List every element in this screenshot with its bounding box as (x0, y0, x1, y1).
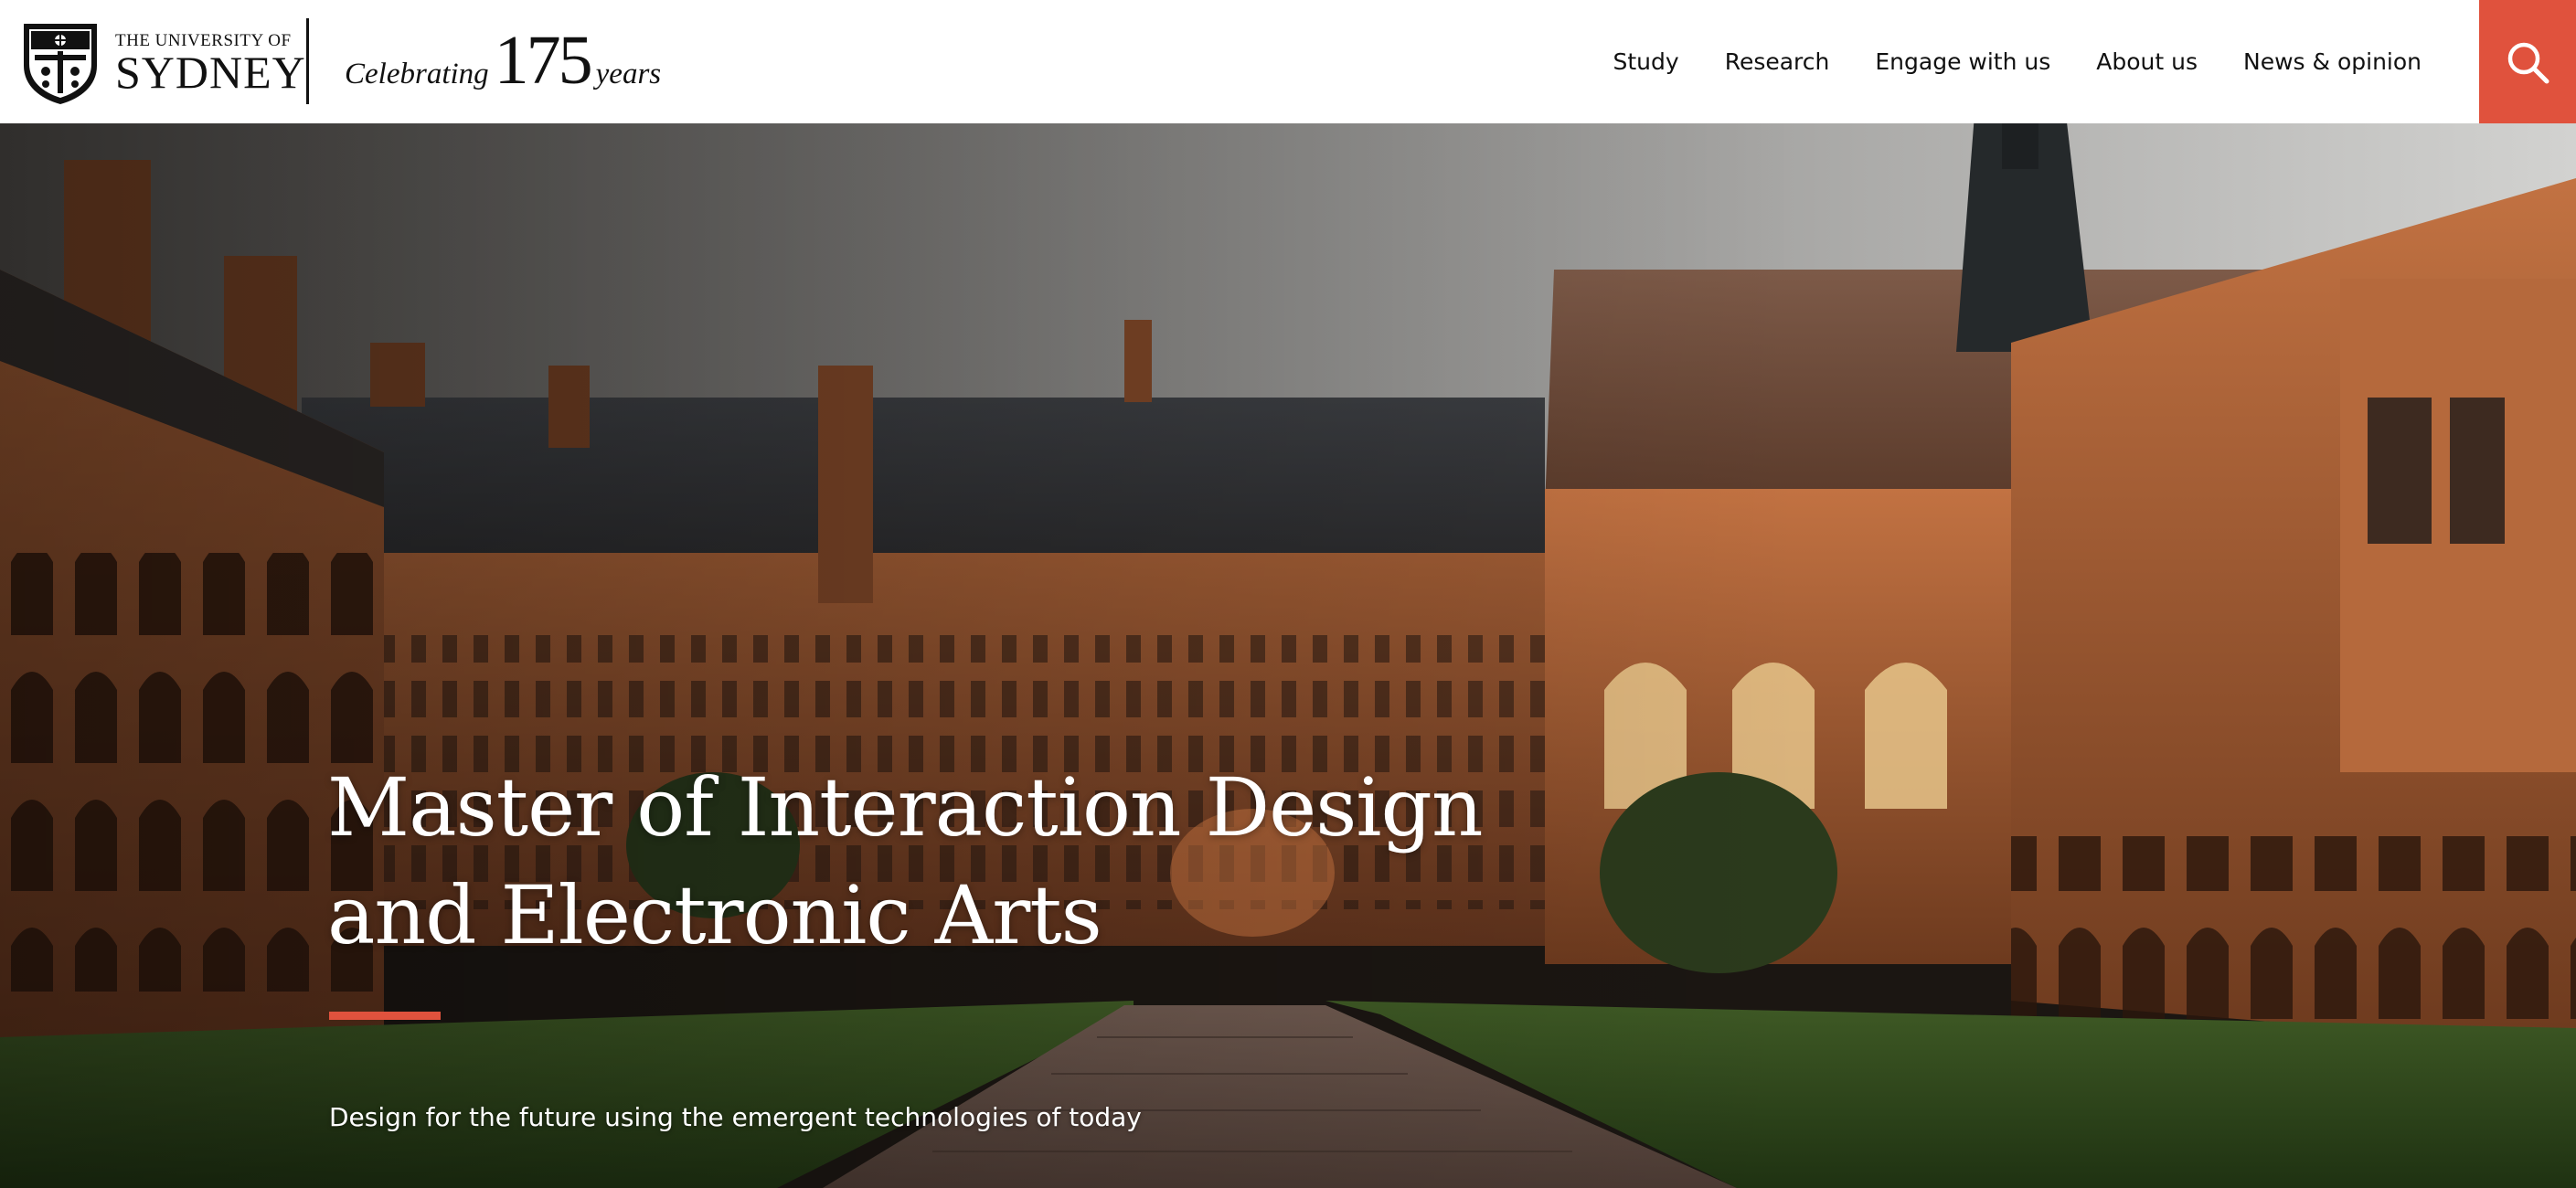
hero-subtitle: Design for the future using the emergent… (329, 1102, 1142, 1132)
title-accent-bar (329, 1012, 441, 1020)
main-nav: Study Research Engage with us About us N… (1568, 0, 2422, 123)
page-title: Master of Interaction Design and Electro… (327, 754, 1607, 970)
search-icon (2507, 42, 2549, 83)
university-crest-icon (24, 24, 97, 104)
header-divider (306, 18, 309, 104)
nav-item-engage[interactable]: Engage with us (1875, 48, 2050, 75)
nav-item-news[interactable]: News & opinion (2243, 48, 2422, 75)
page-title-line1: Master of Interaction Design (327, 760, 1484, 854)
university-logo-link[interactable]: THE UNIVERSITY OF SYDNEY (18, 16, 305, 108)
wordmark: THE UNIVERSITY OF SYDNEY (115, 31, 306, 98)
nav-item-research[interactable]: Research (1725, 48, 1830, 75)
hero-overlay (0, 123, 2576, 1188)
anniversary-tagline: Celebrating 175 years (345, 26, 661, 99)
tagline-number: 175 (494, 22, 593, 99)
site-header: THE UNIVERSITY OF SYDNEY Celebrating 175… (0, 0, 2576, 123)
nav-item-about[interactable]: About us (2096, 48, 2198, 75)
page-title-line2: and Electronic Arts (327, 868, 1102, 962)
nav-item-study[interactable]: Study (1613, 48, 1679, 75)
tagline-word: Celebrating (345, 58, 489, 90)
search-button[interactable] (2479, 0, 2576, 123)
hero-banner: Master of Interaction Design and Electro… (0, 123, 2576, 1188)
tagline-unit: years (595, 58, 662, 90)
wordmark-line2: SYDNEY (115, 47, 306, 98)
